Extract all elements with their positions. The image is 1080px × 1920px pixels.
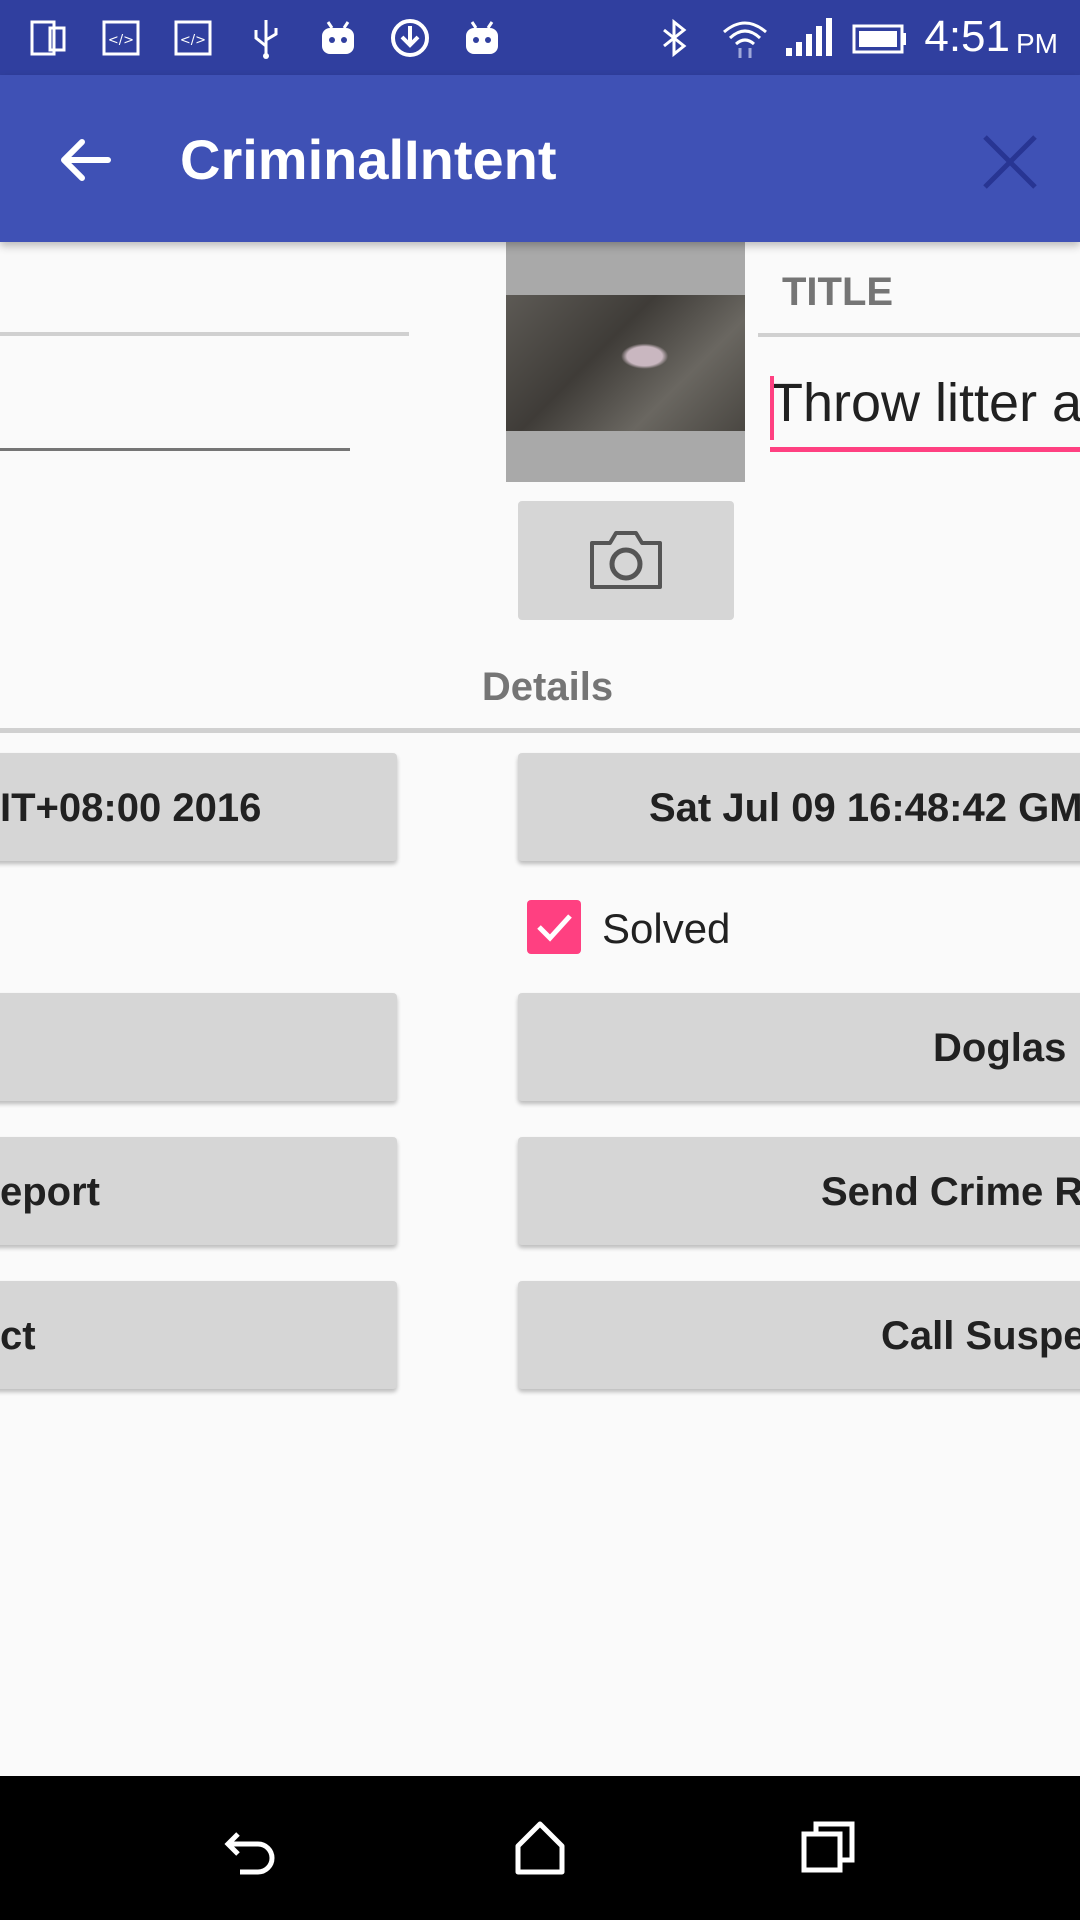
date-button-left-label: IT+08:00 2016 [0,786,262,830]
navigation-bar [0,1776,1080,1920]
report-button-left[interactable]: eport [0,1137,397,1245]
title-label: TITLE [782,270,894,314]
android-icon [322,21,354,54]
date-button[interactable]: Sat Jul 09 16:48:42 GM [518,753,1080,861]
solved-checkbox[interactable] [527,900,581,954]
text-cursor [770,376,774,440]
date-button-left[interactable]: IT+08:00 2016 [0,753,397,861]
signal-icon [786,18,832,56]
bluetooth-icon [663,18,687,58]
call-button-left[interactable]: ct [0,1281,397,1389]
close-icon[interactable] [975,127,1045,197]
report-button-left-label: eport [0,1170,100,1214]
solved-label[interactable]: Solved [602,905,730,953]
send-report-button[interactable]: Send Crime Re [518,1137,1080,1245]
details-divider [0,728,1080,733]
android-icon [466,21,498,54]
battery-icon [852,24,906,54]
check-icon [537,914,572,942]
send-report-label: Send Crime Re [821,1170,1080,1214]
recents-nav-icon[interactable] [796,1816,860,1880]
date-button-label: Sat Jul 09 16:48:42 GM [649,786,1080,830]
crime-title-input[interactable]: Throw litter a [770,372,1080,452]
choose-suspect-button[interactable]: Doglas [518,993,1080,1101]
back-nav-icon[interactable] [220,1816,284,1880]
usb-icon [254,20,278,59]
wifi-icon [723,21,767,58]
field-divider [0,332,409,336]
choose-suspect-label: Doglas [933,1026,1067,1070]
title-input-underline [770,447,1080,452]
home-nav-icon[interactable] [508,1816,572,1880]
suspect-button-left[interactable] [0,993,397,1101]
svg-text:</>: </> [180,33,206,48]
arrow-back-icon[interactable] [50,125,120,195]
app-title: CriminalIntent [180,128,557,191]
status-bar: </> </> 4:51 PM [0,0,1080,75]
details-label: Details [481,665,614,709]
camera-button[interactable] [518,501,734,620]
title-divider [758,333,1080,337]
phone-icon [30,20,66,56]
clock: 4:51 [924,12,1010,61]
code-icon: </> [102,20,140,56]
clock-ampm: PM [1016,28,1058,59]
call-button-left-label: ct [0,1314,36,1358]
crime-photo[interactable] [506,295,745,431]
download-icon [391,19,429,57]
field-underline [0,448,350,451]
call-suspect-button[interactable]: Call Suspe [518,1281,1080,1389]
app-toolbar: CriminalIntent [0,75,1080,242]
camera-icon [590,531,662,589]
svg-text:</>: </> [108,33,134,48]
code-icon: </> [174,20,212,56]
call-suspect-label: Call Suspe [881,1314,1080,1358]
